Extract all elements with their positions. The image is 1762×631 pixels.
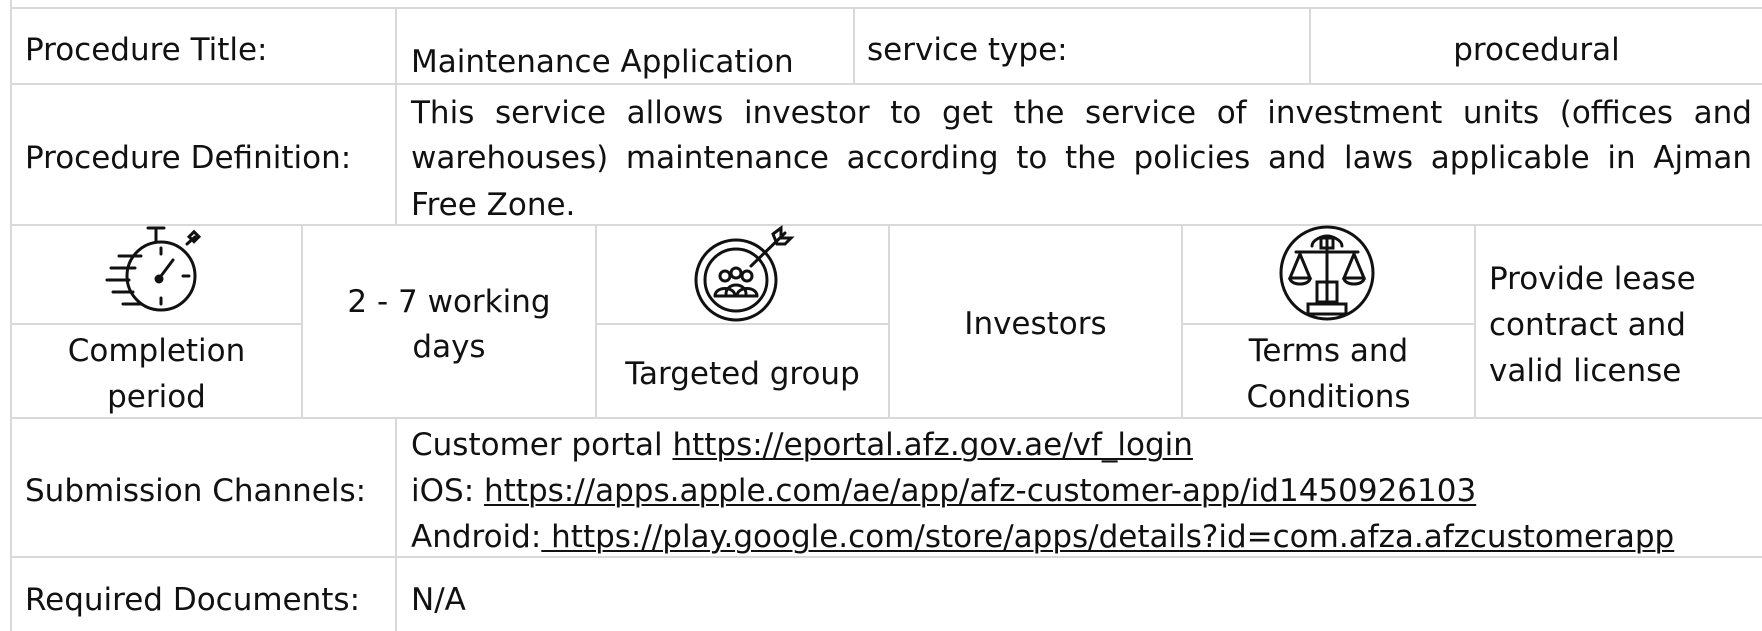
target-group-icon — [685, 224, 797, 324]
grid-line — [10, 0, 12, 631]
grid-line — [395, 7, 397, 224]
procedure-definition-label: Procedure Definition: — [25, 140, 352, 176]
grid-line — [395, 417, 397, 631]
ios-app-link[interactable]: https://apps.apple.com/ae/app/afz-custom… — [484, 473, 1476, 509]
grid-line — [853, 7, 855, 83]
procedure-definition-line-1: This service allows investor to get the … — [411, 95, 1752, 131]
procedure-definition-line-2: warehouses) maintenance according to the… — [411, 140, 1752, 176]
targeted-group-value: Investors — [964, 306, 1107, 342]
completion-period-line-2: period — [107, 379, 206, 415]
ios-line: iOS: https://apps.apple.com/ae/app/afz-c… — [411, 468, 1476, 514]
grid-line — [10, 224, 1762, 226]
procedure-title-label: Procedure Title: — [25, 32, 268, 68]
grid-line — [10, 7, 1762, 9]
required-documents-value: N/A — [411, 582, 466, 618]
submission-channels-label: Submission Channels: — [25, 473, 367, 509]
ios-prefix: iOS: — [411, 473, 484, 509]
procedure-title-value: Maintenance Application — [411, 44, 794, 80]
customer-portal-link[interactable]: https://eportal.afz.gov.ae/vf_login — [672, 427, 1192, 463]
grid-line — [10, 83, 1762, 85]
terms-value-line-1: Provide lease — [1489, 261, 1696, 297]
targeted-group-label: Targeted group — [625, 356, 860, 392]
service-type-value: procedural — [1453, 32, 1620, 68]
android-app-link[interactable]: https://play.google.com/store/apps/detai… — [541, 519, 1674, 555]
required-documents-label: Required Documents: — [25, 582, 361, 618]
grid-line — [1474, 224, 1476, 417]
terms-conditions-line-1: Terms and — [1248, 333, 1409, 369]
service-type-label: service type: — [867, 32, 1068, 68]
stopwatch-icon — [103, 224, 208, 324]
android-prefix: Android: — [411, 519, 542, 555]
customer-portal-prefix: Customer portal — [411, 427, 673, 463]
terms-conditions-line-2: Conditions — [1246, 379, 1411, 415]
procedure-definition-line-3: Free Zone. — [411, 187, 576, 223]
customer-portal-line: Customer portal https://eportal.afz.gov.… — [411, 422, 1193, 468]
terms-value-line-2: contract and — [1489, 307, 1686, 343]
duration-line-1: 2 - 7 working — [347, 284, 551, 320]
duration-line-2: days — [412, 329, 486, 365]
completion-period-line-1: Completion — [67, 333, 246, 369]
terms-value-line-3: valid license — [1489, 353, 1682, 389]
scales-icon — [1278, 224, 1378, 324]
android-line: Android: https://play.google.com/store/a… — [411, 514, 1674, 560]
